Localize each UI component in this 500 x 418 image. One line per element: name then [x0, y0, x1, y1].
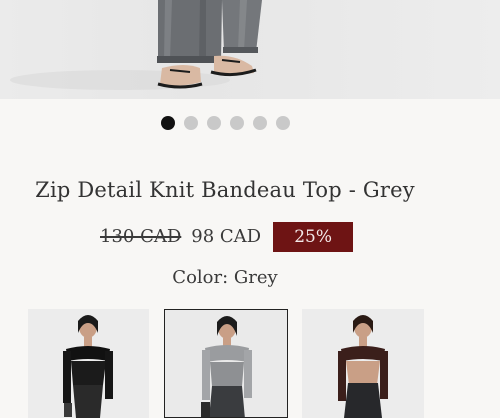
- image-carousel-dots: [161, 116, 290, 130]
- original-price: 130 CAD: [100, 226, 182, 247]
- hero-model-illustration: [10, 0, 262, 90]
- swatch-grey[interactable]: [164, 309, 288, 418]
- carousel-dot-5[interactable]: [253, 116, 267, 130]
- carousel-dot-2[interactable]: [184, 116, 198, 130]
- sale-price: 98 CAD: [191, 226, 262, 247]
- product-hero-image[interactable]: [0, 0, 500, 99]
- product-title: Zip Detail Knit Bandeau Top - Grey: [35, 178, 415, 202]
- swatch-brown[interactable]: [302, 309, 424, 418]
- carousel-dot-4[interactable]: [230, 116, 244, 130]
- price-row: 130 CAD 98 CAD 25%: [100, 221, 354, 252]
- brown-variant-thumbnail: [302, 309, 424, 418]
- swatch-black[interactable]: [28, 309, 149, 418]
- grey-variant-thumbnail: [165, 310, 287, 417]
- carousel-dot-3[interactable]: [207, 116, 221, 130]
- carousel-dot-1[interactable]: [161, 116, 175, 130]
- carousel-dot-6[interactable]: [276, 116, 290, 130]
- discount-badge: 25%: [273, 221, 354, 252]
- black-variant-thumbnail: [28, 309, 149, 418]
- color-label: Color: Grey: [172, 267, 278, 288]
